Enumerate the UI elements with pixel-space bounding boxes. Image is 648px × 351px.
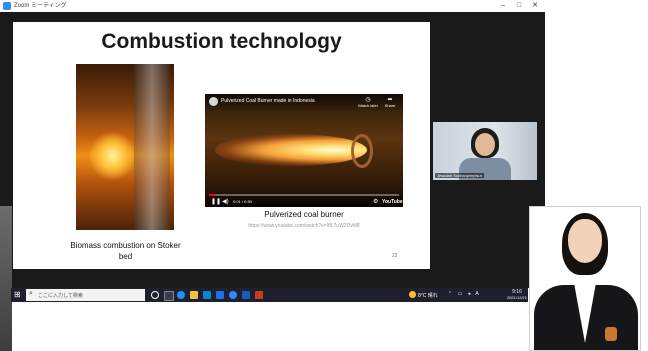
search-icon: ⌕ — [29, 290, 33, 297]
share-button[interactable]: ➦ Share — [381, 97, 399, 108]
burner-flame — [215, 134, 367, 166]
time-display: 0:01 / 0:30 — [233, 199, 252, 204]
shared-slide: Combustion technology Biomass combustion… — [13, 22, 430, 269]
participant-video-tile[interactable]: Jesadari Sukhanpimpisut — [433, 122, 537, 180]
weather-sun-icon[interactable] — [409, 291, 416, 298]
video-title[interactable]: Pulverized Coal Burner made in Indonesia — [221, 98, 315, 104]
search-placeholder: ここに入力して検索 — [38, 293, 83, 299]
window-title: Zoom ミーティング — [14, 3, 67, 9]
word-icon[interactable] — [242, 291, 250, 299]
windows-start-icon[interactable]: ⊞ — [14, 291, 21, 299]
maximize-icon[interactable]: □ — [513, 1, 525, 11]
system-tray-icons[interactable]: ⌃ ▭ ◂ A — [448, 291, 481, 297]
slide-title: Combustion technology — [101, 30, 342, 53]
youtube-video-player[interactable]: Pulverized Coal Burner made in Indonesia… — [205, 94, 403, 207]
biomass-caption: Biomass combustion on Stoker bed — [70, 241, 181, 261]
biomass-combustion-photo — [76, 64, 174, 230]
mail-icon[interactable] — [216, 291, 224, 299]
taskbar-clock[interactable]: 9:16 2021/12/21 — [505, 289, 529, 301]
video-caption: Pulverized coal burner — [264, 210, 344, 219]
fire-glow — [90, 132, 135, 180]
task-view-icon[interactable] — [151, 291, 159, 299]
powerpoint-icon[interactable] — [255, 291, 263, 299]
watch-later-label: Watch later — [357, 103, 379, 108]
clock-date: 2021/12/21 — [506, 295, 528, 300]
close-icon[interactable]: ✕ — [529, 1, 541, 11]
taskbar-app-icon[interactable] — [164, 291, 174, 301]
file-explorer-icon[interactable] — [190, 291, 198, 299]
watch-later-button[interactable]: ◷ Watch later — [357, 97, 379, 108]
volume-icon[interactable]: ◀) — [222, 198, 229, 205]
windows-taskbar: ⊞ ⌕ ここに入力して検索 8°C 晴れ ⌃ ▭ ◂ A 9:16 2021/1… — [11, 288, 528, 302]
edge-browser-icon[interactable] — [177, 291, 185, 299]
pipe-shape — [134, 64, 170, 230]
window-titlebar: Zoom ミーティング – □ ✕ — [0, 0, 545, 12]
zoom-taskbar-icon[interactable] — [229, 291, 237, 299]
store-icon[interactable] — [203, 291, 211, 299]
slide-page-number: 22 — [392, 253, 398, 259]
taskbar-search-box[interactable]: ⌕ ここに入力して検索 — [26, 289, 145, 301]
zoom-app-icon — [3, 2, 11, 10]
participant-name: Jesadari Sukhanpimpisut — [435, 173, 484, 178]
share-label: Share — [384, 103, 396, 108]
settings-icon[interactable]: ⚙ — [373, 198, 378, 205]
background-window-edge — [0, 206, 12, 351]
video-controls: ❚❚ ◀) 0:01 / 0:30 ⚙ YouTube — [205, 192, 403, 207]
university-badge-icon — [605, 327, 617, 341]
minimize-icon[interactable]: – — [497, 1, 509, 11]
pause-icon[interactable]: ❚❚ — [211, 198, 221, 205]
weather-text[interactable]: 8°C 晴れ — [418, 292, 438, 299]
progress-bar[interactable] — [209, 194, 399, 196]
participant-face — [475, 133, 495, 156]
portrait-face — [568, 219, 602, 263]
progress-fill — [209, 194, 215, 196]
video-url: https://www.youtube.com/watch?v=9fL7uW2D… — [248, 223, 360, 229]
channel-avatar[interactable] — [209, 97, 218, 106]
burner-nozzle — [351, 134, 373, 168]
speaker-portrait-photo — [529, 206, 641, 351]
video-topbar: Pulverized Coal Burner made in Indonesia… — [205, 94, 403, 112]
youtube-logo[interactable]: YouTube — [382, 199, 403, 205]
